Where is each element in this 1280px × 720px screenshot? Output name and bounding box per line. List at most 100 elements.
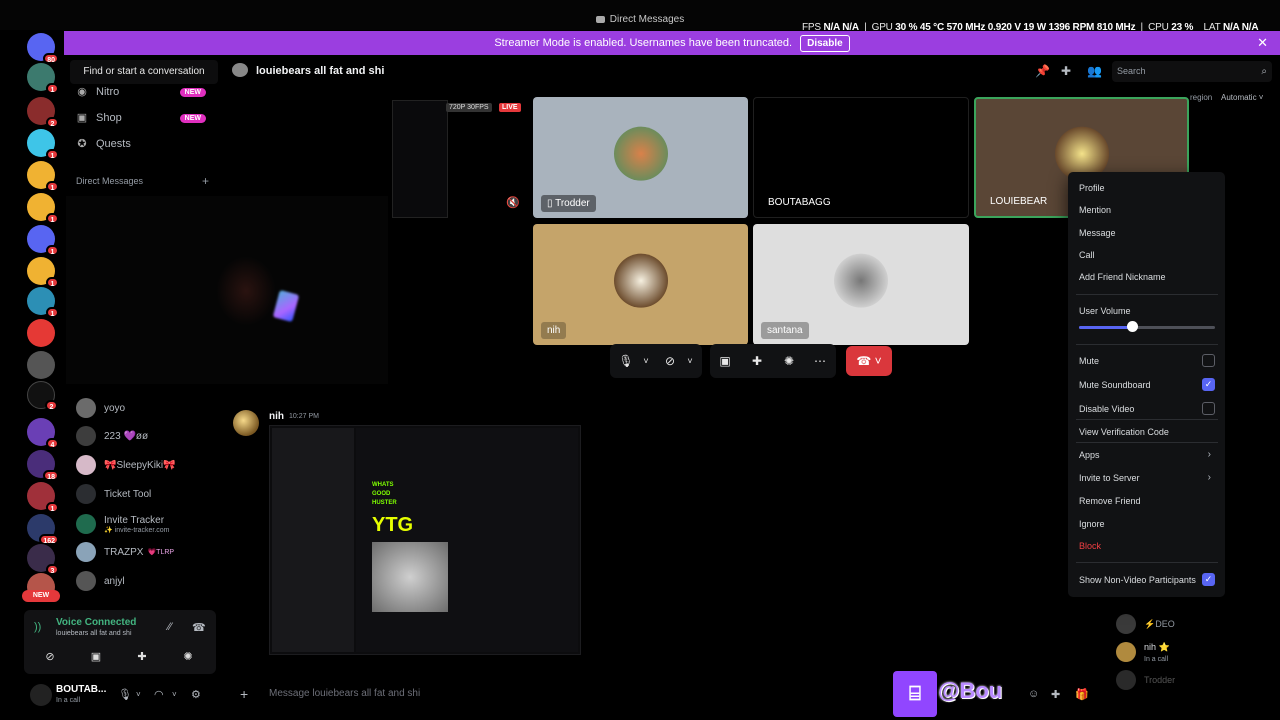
dm-item[interactable]: 🎀SleepyKiki🎀	[76, 453, 218, 477]
video-tile[interactable]: BOUTABAGG	[753, 97, 969, 218]
share-screen-icon[interactable]: ▣	[78, 647, 114, 667]
gear-icon[interactable]: ⚙	[191, 688, 201, 701]
menu-view-verification-code[interactable]: View Verification Code	[1079, 427, 1215, 437]
voice-connected-label[interactable]: Voice Connected	[56, 617, 136, 628]
chevron-down-icon[interactable]: ˅	[682, 353, 698, 369]
member-list-icon[interactable]: 👥	[1087, 64, 1102, 78]
activities-icon[interactable]: ✚	[749, 353, 765, 369]
voice-channel-label[interactable]: louiebears all fat and shi	[56, 630, 132, 637]
create-dm-icon[interactable]: +	[202, 174, 209, 188]
stream-preview[interactable]	[392, 100, 448, 218]
nav-quests[interactable]: ✪ Quests	[76, 134, 216, 154]
menu-add-friend-nickname[interactable]: Add Friend Nickname	[1079, 272, 1215, 282]
server-icon[interactable]: 1	[27, 193, 59, 224]
nav-shop[interactable]: ▣ Shop NEW	[76, 108, 216, 128]
new-unreads-pill[interactable]: NEW	[22, 590, 60, 602]
dm-item[interactable]: Ticket Tool	[76, 482, 218, 506]
menu-mute[interactable]: Mute	[1079, 356, 1215, 366]
menu-divider	[1076, 294, 1218, 295]
server-icon[interactable]: 1	[27, 225, 59, 256]
pin-icon[interactable]: 📌	[1035, 64, 1050, 78]
add-friends-icon[interactable]: ✚	[1061, 64, 1071, 78]
find-conversation-button[interactable]: Find or start a conversation	[70, 60, 218, 84]
message-input[interactable]: Message louiebears all fat and shi	[269, 688, 420, 699]
search-input[interactable]: Search ⌕	[1112, 61, 1272, 82]
activities-icon[interactable]: ✚	[124, 647, 160, 667]
stream-mute-icon[interactable]: 🔇	[506, 196, 520, 209]
dm-item[interactable]: yoyo	[76, 396, 218, 420]
disable-video-checkbox[interactable]	[1202, 402, 1215, 415]
chevron-down-icon[interactable]: ˅	[638, 353, 654, 369]
menu-message[interactable]: Message	[1079, 228, 1215, 238]
server-icon[interactable]: 1	[27, 63, 59, 94]
chevron-down-icon[interactable]: ˅	[136, 690, 141, 699]
mute-checkbox[interactable]	[1202, 354, 1215, 367]
dm-item[interactable]: 223 💜øø	[76, 424, 218, 448]
video-tile[interactable]: santana	[753, 224, 969, 345]
menu-mention[interactable]: Mention	[1079, 205, 1215, 215]
noise-suppression-icon[interactable]: ⁄⁄	[168, 621, 172, 633]
menu-show-non-video[interactable]: Show Non-Video Participants	[1079, 575, 1215, 585]
server-icon[interactable]: 162	[27, 514, 59, 545]
region-select[interactable]: Automatic ˅	[1221, 93, 1263, 102]
menu-block[interactable]: Block	[1079, 541, 1215, 551]
user-avatar[interactable]	[30, 684, 52, 706]
server-icon[interactable]	[27, 351, 55, 379]
message-author[interactable]: nih	[269, 411, 284, 422]
dm-item[interactable]: Invite Tracker ✨ invite-tracker.com	[76, 512, 218, 536]
soundboard-icon[interactable]: ✺	[781, 353, 797, 369]
server-icon[interactable]: 1	[27, 129, 59, 160]
menu-apps[interactable]: Apps ›	[1079, 449, 1215, 460]
server-icon[interactable]: 3	[27, 544, 59, 575]
chevron-down-icon[interactable]: ˅	[172, 690, 177, 699]
disconnect-icon[interactable]: ☎	[192, 621, 206, 634]
server-icon[interactable]: 1	[27, 482, 59, 513]
server-icon[interactable]: 1	[27, 287, 59, 318]
video-tile[interactable]: ▯ Trodder	[533, 97, 748, 218]
menu-mute-soundboard[interactable]: Mute Soundboard	[1079, 380, 1215, 390]
camera-toggle-icon[interactable]: ⊘	[32, 647, 68, 667]
apps-icon[interactable]: ✚	[1051, 688, 1060, 701]
server-icon[interactable]: 2	[27, 381, 58, 411]
server-icon[interactable]	[27, 319, 55, 347]
menu-call[interactable]: Call	[1079, 250, 1215, 260]
show-non-video-checkbox[interactable]: ✓	[1202, 573, 1215, 586]
video-tile[interactable]: nih	[533, 224, 748, 345]
disable-streamer-mode-button[interactable]: Disable	[800, 34, 850, 52]
user-name[interactable]: BOUTAB...	[56, 684, 106, 695]
menu-invite-to-server[interactable]: Invite to Server ›	[1079, 472, 1215, 483]
soundboard-icon[interactable]: ✺	[170, 647, 206, 667]
emoji-icon[interactable]: ☺	[1028, 688, 1039, 700]
mute-soundboard-checkbox[interactable]: ✓	[1202, 378, 1215, 391]
camera-off-icon[interactable]: ⊘	[662, 353, 678, 369]
share-screen-icon[interactable]: ▣	[717, 353, 733, 369]
server-icon[interactable]: 2	[27, 97, 59, 128]
microphone-icon[interactable]: 🎙	[618, 353, 634, 369]
webcam-overlay	[66, 196, 388, 384]
close-icon[interactable]: ✕	[1257, 35, 1268, 51]
server-icon[interactable]: 18	[27, 450, 59, 481]
more-icon[interactable]: ⋯	[812, 353, 828, 369]
member-item[interactable]: ⚡DEO	[1116, 614, 1276, 634]
server-icon[interactable]: 1	[27, 161, 59, 192]
menu-remove-friend[interactable]: Remove Friend	[1079, 496, 1215, 506]
user-volume-knob[interactable]	[1127, 321, 1139, 332]
menu-ignore[interactable]: Ignore	[1079, 519, 1215, 529]
headphones-icon[interactable]: ◠	[154, 688, 164, 701]
message-image[interactable]: WHATS GOOD HUSTER YTG	[269, 425, 581, 655]
attach-plus-icon[interactable]: +	[240, 686, 248, 702]
server-icon[interactable]: 4	[27, 418, 59, 449]
gift-icon[interactable]: 🎁	[1075, 688, 1089, 701]
nav-nitro[interactable]: ◉ Nitro NEW	[76, 82, 216, 102]
disconnect-button[interactable]: ☎ ˅	[846, 346, 892, 376]
microphone-icon[interactable]: 🎙	[118, 688, 132, 701]
member-item[interactable]: nih ⭐ In a call	[1116, 642, 1276, 663]
server-icon[interactable]: 1	[27, 257, 59, 288]
member-item[interactable]: Trodder	[1116, 670, 1276, 690]
dm-item[interactable]: anjyl	[76, 569, 218, 593]
menu-disable-video[interactable]: Disable Video	[1079, 404, 1215, 414]
message-avatar[interactable]	[233, 410, 259, 436]
dm-item[interactable]: TRAZPX 💗TLRP	[76, 540, 218, 564]
home-button[interactable]: 80	[27, 33, 59, 64]
menu-profile[interactable]: Profile	[1079, 183, 1215, 193]
